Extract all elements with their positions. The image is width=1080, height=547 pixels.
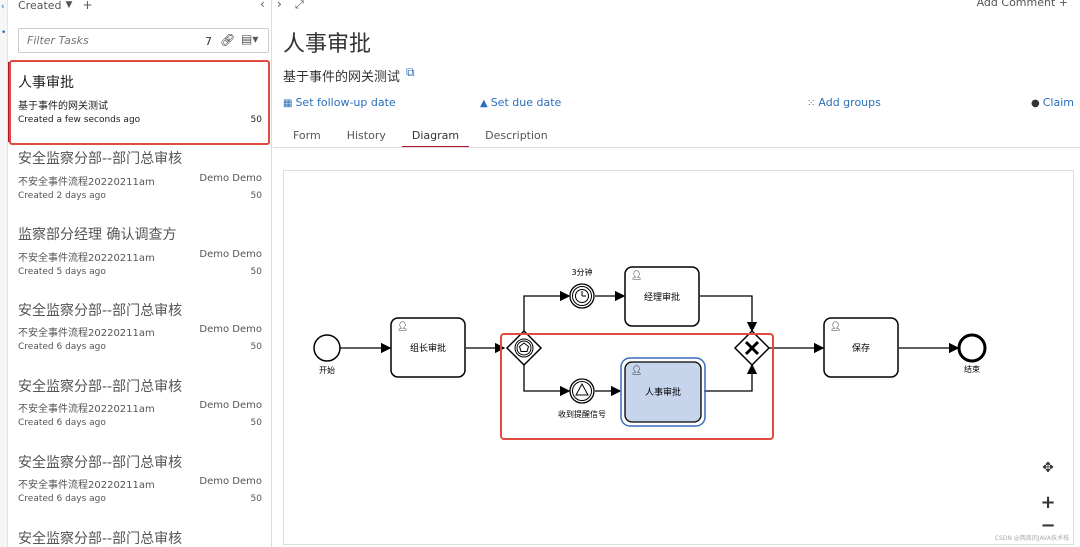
user-icon: ● xyxy=(1031,98,1040,109)
add-comment-button[interactable]: Add Comment + xyxy=(977,0,1068,9)
start-event[interactable] xyxy=(313,334,341,362)
collapse-left-icon[interactable]: ‹ xyxy=(260,0,265,11)
task-detail-pane: › ⤢ Add Comment + 人事审批 基于事件的网关测试 ⧉ ▦ Set … xyxy=(273,0,1080,547)
task-title[interactable]: 安全监察分部--部门总审核 xyxy=(18,148,182,168)
task-item[interactable]: 安全监察分部--部门总审核 不安全事件流程20220211am Demo Dem… xyxy=(8,450,271,526)
task-priority: 50 xyxy=(250,342,262,352)
task-title[interactable]: 监察部分经理 确认调查方 xyxy=(18,224,176,244)
task-created: Created 2 days ago xyxy=(18,191,106,201)
task-hr-label: 人事审批 xyxy=(645,386,681,398)
task-item[interactable]: 安全监察分部--部门总审核 不安全事件流程20220211am Demo Dem… xyxy=(8,146,271,222)
task-process: 不安全事件流程20220211am xyxy=(18,253,155,264)
calendar-icon: ▦ xyxy=(283,98,293,109)
tab-history[interactable]: History xyxy=(337,126,396,148)
watermark: CSDN @两周的JAVA技术栈 xyxy=(994,535,1069,542)
task-created: Created 5 days ago xyxy=(18,267,106,277)
link-icon[interactable]: 🔗︎ xyxy=(220,33,235,47)
tab-description[interactable]: Description xyxy=(475,126,558,148)
task-created: Created 6 days ago xyxy=(18,342,106,352)
task-item[interactable]: 安全监察分部--部门总审核 xyxy=(8,526,271,547)
zoom-in-button[interactable]: + xyxy=(1037,491,1059,513)
end-label: 结束 xyxy=(964,364,980,374)
timer-label: 3分钟 xyxy=(571,267,592,277)
process-name-link[interactable]: 基于事件的网关测试 xyxy=(283,66,400,85)
add-groups-button[interactable]: ⁙ Add groups xyxy=(807,96,881,109)
grid-icon: ⁙ xyxy=(807,98,816,109)
detail-tabs: Form History Diagram Description xyxy=(283,126,564,148)
task-created: Created 6 days ago xyxy=(18,494,106,504)
tabs-divider xyxy=(273,147,1080,148)
task-assignee: Demo Demo xyxy=(199,476,262,487)
task-item[interactable]: 安全监察分部--部门总审核 不安全事件流程20220211am Demo Dem… xyxy=(8,374,271,450)
expand-right-icon[interactable]: › xyxy=(277,0,282,11)
claim-button[interactable]: ● Claim xyxy=(1031,96,1074,109)
external-link-icon[interactable]: ⧉ xyxy=(406,65,415,80)
filter-tasks-box: 7 🔗︎ ▤▾ xyxy=(18,28,269,53)
maximize-icon[interactable]: ⤢ xyxy=(295,0,304,12)
task-title[interactable]: 安全监察分部--部门总审核 xyxy=(18,376,182,396)
set-follow-up-button[interactable]: ▦ Set follow-up date xyxy=(283,96,396,109)
signal-event[interactable] xyxy=(569,378,595,404)
tab-form[interactable]: Form xyxy=(283,126,331,148)
start-label: 开始 xyxy=(319,365,335,375)
task-process: 不安全事件流程20220211am xyxy=(18,177,155,188)
chevron-down-icon[interactable]: ▼ xyxy=(66,0,73,10)
save-icon[interactable]: ▤▾ xyxy=(241,32,258,46)
bell-icon: ▲ xyxy=(480,98,488,109)
user-task-icon: 👤︎ xyxy=(631,365,642,376)
end-event[interactable] xyxy=(957,333,987,363)
highlight-box xyxy=(9,60,270,145)
user-task-icon: 👤︎ xyxy=(397,321,408,332)
task-assignee: Demo Demo xyxy=(199,249,262,260)
task-title[interactable]: 安全监察分部--部门总审核 xyxy=(18,452,182,472)
task-count: 7 xyxy=(205,35,212,48)
task-priority: 50 xyxy=(250,418,262,428)
chevron-icon[interactable]: ‹ xyxy=(1,2,5,12)
task-assignee: Demo Demo xyxy=(199,173,262,184)
tab-diagram[interactable]: Diagram xyxy=(401,126,470,148)
task-item[interactable]: 安全监察分部--部门总审核 不安全事件流程20220211am Demo Dem… xyxy=(8,298,271,374)
user-task-icon: 👤︎ xyxy=(631,270,642,281)
task-priority: 50 xyxy=(250,267,262,277)
pin-icon[interactable]: • xyxy=(1,28,6,38)
bpmn-diagram[interactable]: 开始 👤︎ 组长审批 3分钟 👤︎ 经理审批 收到提醒信号 👤︎ 人事审批 👤︎… xyxy=(283,170,1074,545)
filter-name[interactable]: Created xyxy=(18,0,62,12)
task-assignee: Demo Demo xyxy=(199,400,262,411)
signal-label: 收到提醒信号 xyxy=(558,409,606,419)
task-created: Created 6 days ago xyxy=(18,418,106,428)
user-task-icon: 👤︎ xyxy=(830,321,841,332)
task-list-panel: Created ▼ + ‹ 7 🔗︎ ▤▾ 人事审批 基于事件的网关测试 Cre… xyxy=(8,0,272,547)
task-process: 不安全事件流程20220211am xyxy=(18,328,155,339)
task-process: 不安全事件流程20220211am xyxy=(18,480,155,491)
task-leader-label: 组长审批 xyxy=(410,342,446,354)
bpmn-canvas[interactable]: 开始 👤︎ 组长审批 3分钟 👤︎ 经理审批 收到提醒信号 👤︎ 人事审批 👤︎… xyxy=(284,171,1075,546)
task-save-label: 保存 xyxy=(852,342,870,354)
tasklist-app: ‹ • Created ▼ + ‹ 7 🔗︎ ▤▾ 人事审批 基于事件的网关测试… xyxy=(0,0,1080,547)
task-title[interactable]: 安全监察分部--部门总审核 xyxy=(18,300,182,320)
task-priority: 50 xyxy=(250,191,262,201)
task-priority: 50 xyxy=(250,494,262,504)
filter-header[interactable]: Created ▼ + xyxy=(18,0,93,14)
left-collapsed-strip[interactable]: ‹ • xyxy=(0,0,8,547)
set-due-date-button[interactable]: ▲ Set due date xyxy=(480,96,561,109)
task-manager-label: 经理审批 xyxy=(644,291,680,303)
task-title[interactable]: 安全监察分部--部门总审核 xyxy=(18,528,182,547)
add-filter-icon[interactable]: + xyxy=(82,0,92,12)
filter-tasks-input[interactable] xyxy=(27,34,177,47)
task-process: 不安全事件流程20220211am xyxy=(18,404,155,415)
reset-zoom-icon[interactable]: ✥ xyxy=(1037,457,1059,479)
task-item[interactable]: 监察部分经理 确认调查方 不安全事件流程20220211am Demo Demo… xyxy=(8,222,271,298)
page-title: 人事审批 xyxy=(283,32,372,57)
event-gateway[interactable] xyxy=(505,329,543,367)
task-assignee: Demo Demo xyxy=(199,324,262,335)
